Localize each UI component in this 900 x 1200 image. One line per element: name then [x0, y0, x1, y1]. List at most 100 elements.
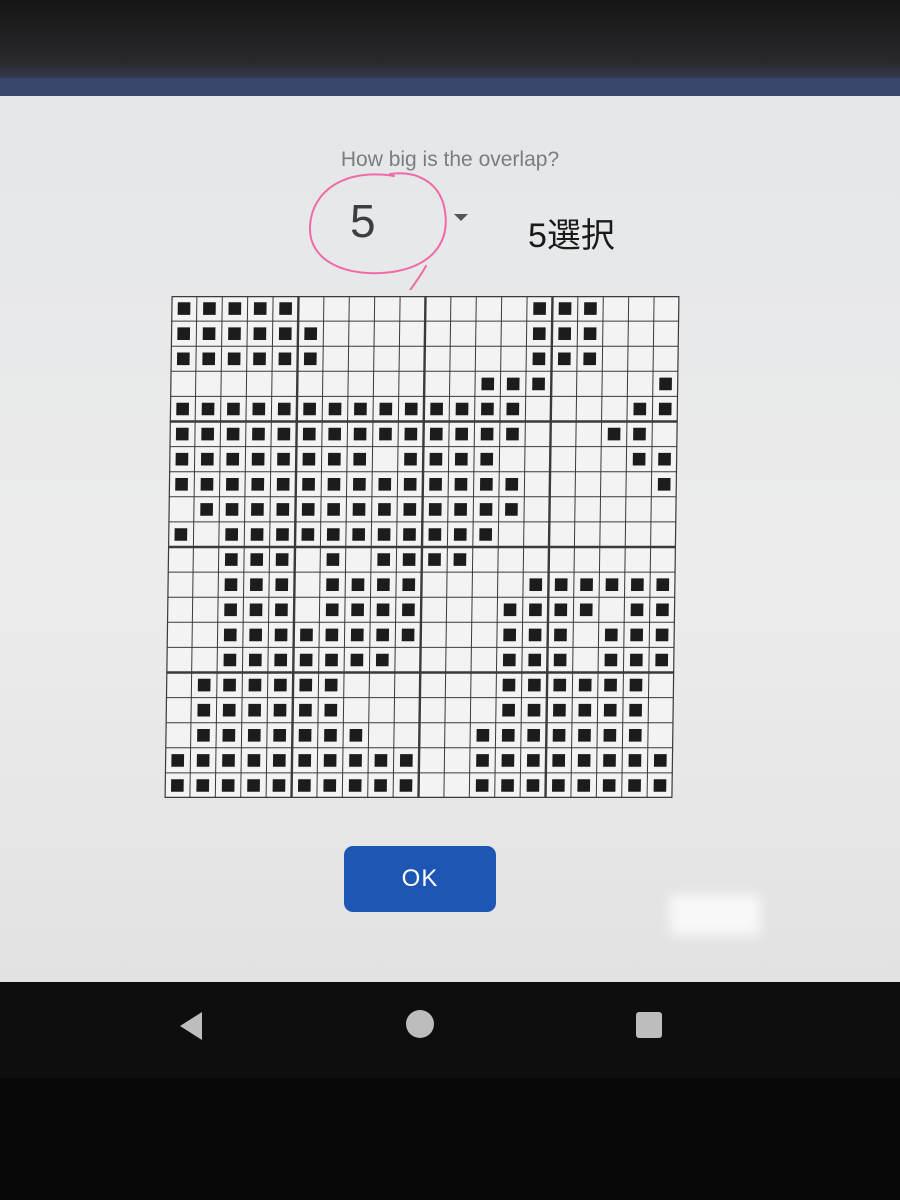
pattern-mark: [174, 528, 188, 541]
dropdown-caret-icon[interactable]: [454, 214, 468, 221]
pattern-mark: [224, 603, 238, 617]
pattern-mark: [501, 754, 515, 767]
pattern-mark: [603, 754, 616, 767]
device-bezel-bottom: [0, 1078, 900, 1200]
pattern-mark: [176, 352, 190, 366]
pattern-mark: [479, 503, 493, 516]
pattern-mark: [348, 779, 362, 792]
pattern-mark: [304, 327, 318, 340]
pattern-mark: [603, 729, 617, 742]
pattern-mark: [378, 478, 392, 491]
pattern-mark: [297, 779, 311, 792]
pattern-mark: [378, 503, 391, 516]
pattern-mark: [375, 653, 389, 667]
pattern-mark: [298, 754, 312, 767]
pattern-mark: [404, 402, 418, 416]
pattern-mark: [273, 703, 287, 717]
pattern-mark: [248, 678, 262, 692]
pattern-mark: [349, 754, 362, 767]
pattern-mark: [629, 703, 643, 717]
pattern-mark: [551, 779, 565, 792]
pattern-mark: [227, 402, 240, 416]
pattern-mark: [203, 302, 216, 315]
pattern-mark: [272, 779, 286, 792]
pattern-mark: [603, 703, 617, 717]
pattern-mark: [301, 528, 315, 541]
pattern-mark: [533, 302, 547, 315]
pattern-mark: [479, 478, 493, 491]
recent-square-icon[interactable]: [636, 1012, 662, 1038]
pattern-mark: [222, 729, 236, 742]
pattern-mark: [377, 528, 391, 541]
pattern-mark: [222, 703, 236, 717]
pattern-mark: [350, 653, 364, 667]
overlap-selected-value: 5: [350, 195, 376, 247]
pattern-mark: [528, 653, 542, 667]
pattern-mark: [302, 427, 316, 441]
pattern-mark: [273, 678, 287, 692]
pattern-mark: [353, 427, 367, 441]
pattern-mark: [527, 703, 541, 717]
pattern-mark: [277, 427, 291, 441]
pattern-mark: [429, 452, 443, 466]
pattern-mark: [633, 402, 647, 416]
pattern-mark: [607, 427, 621, 441]
home-circle-icon[interactable]: [406, 1010, 434, 1038]
pattern-mark: [630, 603, 644, 617]
pattern-mark: [628, 754, 642, 767]
pattern-mark: [403, 478, 417, 491]
pattern-mark: [326, 528, 340, 541]
pattern-mark: [251, 478, 265, 491]
pattern-mark: [558, 327, 572, 340]
overlap-select[interactable]: 5: [320, 190, 480, 260]
pattern-mark: [327, 478, 341, 491]
pattern-mark: [276, 528, 289, 541]
pattern-mark: [276, 503, 290, 516]
pattern-mark: [428, 503, 442, 516]
pattern-mark: [579, 603, 593, 617]
pattern-mark: [278, 327, 292, 340]
pattern-mark: [327, 452, 341, 466]
pattern-mark: [429, 478, 442, 491]
pattern-mark: [299, 703, 312, 717]
pattern-mark: [554, 628, 567, 642]
pattern-mark: [249, 628, 263, 642]
pattern-mark: [223, 653, 237, 667]
pattern-mark: [274, 628, 288, 642]
pattern-mark: [374, 779, 387, 792]
pattern-mark: [501, 729, 515, 742]
pattern-mark: [228, 327, 241, 340]
pattern-mark: [276, 478, 290, 491]
pattern-mark: [351, 578, 365, 591]
pattern-mark: [653, 754, 667, 767]
pattern-mark: [302, 478, 315, 491]
pattern-mark: [221, 779, 235, 792]
pattern-mark: [201, 427, 215, 441]
pattern-mark: [656, 578, 670, 591]
pattern-mark: [404, 427, 418, 441]
pattern-mark: [527, 678, 541, 692]
pattern-mark: [502, 703, 516, 717]
pattern-mark: [352, 503, 366, 516]
pattern-mark: [302, 452, 316, 466]
pattern-mark: [501, 779, 514, 792]
annotation-note: 5選択: [528, 217, 615, 255]
pattern-mark: [275, 578, 289, 591]
pattern-mark: [275, 553, 289, 566]
pattern-mark: [324, 703, 338, 717]
back-triangle-icon[interactable]: [180, 1012, 202, 1040]
pattern-mark: [430, 402, 444, 416]
device-bezel-top: [0, 0, 900, 90]
pattern-mark: [429, 427, 443, 441]
pattern-mark: [532, 327, 546, 340]
pattern-mark: [526, 779, 540, 792]
pattern-mark: [403, 503, 417, 516]
pattern-mark: [196, 779, 210, 792]
ok-button[interactable]: OK: [344, 846, 496, 912]
pattern-mark: [303, 352, 317, 366]
pattern-mark: [202, 327, 216, 340]
pattern-mark: [227, 352, 241, 366]
pattern-mark: [475, 779, 489, 792]
pattern-mark: [326, 578, 339, 591]
pattern-mark: [251, 503, 264, 516]
